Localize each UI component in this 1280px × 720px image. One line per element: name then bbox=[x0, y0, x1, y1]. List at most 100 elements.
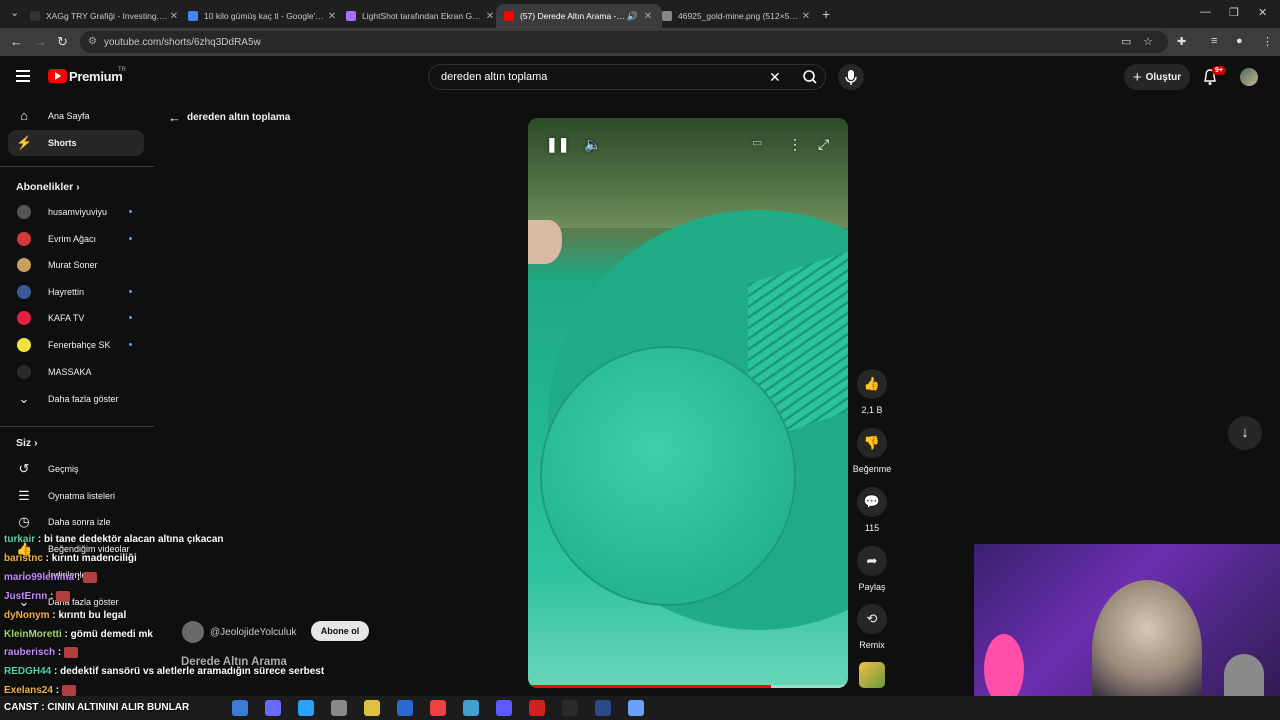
close-window-button[interactable]: ✕ bbox=[1258, 6, 1267, 19]
reading-list-icon[interactable]: ≡ bbox=[1211, 35, 1217, 47]
tab-search-icon[interactable]: ⌄ bbox=[10, 6, 19, 19]
chat-emote-icon bbox=[82, 571, 97, 583]
chat-username: turkair bbox=[4, 534, 36, 545]
tab-audio-icon[interactable]: 🔊 bbox=[627, 11, 638, 22]
chat-message: mario99lemma : bbox=[4, 571, 97, 583]
create-button[interactable]: + Oluştur bbox=[1124, 64, 1190, 90]
more-options-icon[interactable]: ⋮ bbox=[788, 136, 802, 153]
voice-search-mic-icon[interactable] bbox=[838, 64, 864, 90]
close-tab-icon[interactable]: ✕ bbox=[326, 11, 338, 22]
sidebar-item[interactable]: Evrim Ağacı bbox=[8, 226, 144, 252]
chat-message: baristnc : kırıntı madenciliği bbox=[4, 553, 137, 564]
volume-icon[interactable]: 🔈 bbox=[584, 136, 601, 153]
taskbar-app-icon[interactable] bbox=[397, 700, 413, 716]
next-short-button[interactable]: ↓ bbox=[1228, 416, 1262, 450]
minimize-button[interactable]: — bbox=[1200, 6, 1211, 18]
taskbar-app-icon[interactable] bbox=[595, 700, 611, 716]
shorts-video-player[interactable]: ❚❚ 🔈 ▭ ⋮ ⤢ bbox=[528, 118, 848, 688]
site-info-icon[interactable]: ⚙ bbox=[88, 36, 97, 47]
home-icon: ⌂ bbox=[20, 108, 28, 123]
video-progress-bar[interactable] bbox=[528, 685, 848, 688]
remix-button[interactable]: ⟲ Remix bbox=[852, 604, 892, 650]
browser-tab[interactable]: (57) Derede Altın Arama - YouTube🔊 ✕ bbox=[496, 4, 662, 28]
like-button[interactable]: 👍 2,1 B bbox=[852, 369, 892, 415]
chat-separator: : bbox=[55, 647, 65, 659]
taskbar-app-icon[interactable] bbox=[232, 700, 248, 716]
sidebar-item[interactable]: Hayrettin bbox=[8, 279, 144, 305]
sidebar-item-label: Geçmiş bbox=[48, 464, 79, 474]
browser-tab[interactable]: LightShot tarafından Ekran Görüntüsü✕ bbox=[338, 4, 504, 28]
subscriptions-heading[interactable]: Abonelikler › bbox=[16, 181, 80, 193]
taskbar-app-icon[interactable] bbox=[496, 700, 512, 716]
fullscreen-icon[interactable]: ⤢ bbox=[818, 136, 829, 153]
sidebar-item[interactable]: ☰ Oynatma listeleri bbox=[8, 483, 144, 509]
remix-label: Remix bbox=[859, 640, 885, 650]
sidebar-item-label: Murat Soner bbox=[48, 260, 98, 271]
taskbar-app-icon[interactable] bbox=[364, 700, 380, 716]
taskbar-app-icon[interactable] bbox=[331, 700, 347, 716]
pause-icon[interactable]: ❚❚ bbox=[546, 136, 569, 153]
close-tab-icon[interactable]: ✕ bbox=[800, 11, 812, 22]
bookmark-star-icon[interactable]: ☆ bbox=[1143, 35, 1153, 48]
close-tab-icon[interactable]: ✕ bbox=[168, 11, 180, 22]
sidebar-item-label: Daha fazla göster bbox=[48, 394, 119, 404]
cast-icon[interactable]: ▭ bbox=[1121, 35, 1131, 48]
close-tab-icon[interactable]: ✕ bbox=[642, 11, 654, 22]
captions-icon[interactable]: ▭ bbox=[752, 136, 762, 149]
watch-later-icon: ◷ bbox=[18, 514, 30, 530]
hamburger-menu-icon[interactable] bbox=[16, 70, 30, 82]
chat-username: baristnc bbox=[4, 552, 43, 564]
search-icon[interactable] bbox=[795, 68, 825, 86]
sidebar-item[interactable]: Murat Soner bbox=[8, 252, 144, 278]
chat-separator: : bbox=[52, 685, 62, 697]
dislike-button[interactable]: 👎 Beğenme bbox=[852, 428, 892, 474]
browser-tab[interactable]: XAGg TRY Grafiği - Investing.com ✕ bbox=[22, 4, 188, 28]
taskbar-app-icon[interactable] bbox=[463, 700, 479, 716]
stream-chat-overlay: turkair : bi tane dedektör alacan altına… bbox=[0, 530, 380, 720]
clear-search-icon[interactable]: ✕ bbox=[769, 69, 781, 86]
sidebar-item[interactable]: ↺ Geçmiş bbox=[8, 456, 144, 482]
forest-background bbox=[528, 118, 848, 228]
browser-tab[interactable]: 46925_gold-mine.png (512×512) ✕ bbox=[654, 4, 820, 28]
sidebar-item[interactable]: ⌄ Daha fazla göster bbox=[8, 386, 144, 412]
back-icon[interactable]: ← bbox=[10, 34, 23, 49]
taskbar-app-icon[interactable] bbox=[265, 700, 281, 716]
comments-button[interactable]: 💬 115 bbox=[852, 487, 892, 533]
taskbar-app-icon[interactable] bbox=[562, 700, 578, 716]
you-heading[interactable]: Siz › bbox=[16, 437, 38, 449]
sound-thumbnail[interactable] bbox=[859, 662, 885, 688]
taskbar-app-icon[interactable] bbox=[430, 700, 446, 716]
sidebar-item-label: Oynatma listeleri bbox=[48, 490, 116, 501]
forward-icon[interactable]: → bbox=[34, 34, 47, 49]
chat-message: REDGH44 : dedektif sansörü vs aletlerle … bbox=[4, 666, 324, 677]
restore-button[interactable]: ❐ bbox=[1229, 6, 1239, 19]
search-input[interactable] bbox=[441, 69, 761, 85]
back-to-search[interactable]: ← dereden altın toplama bbox=[168, 110, 290, 125]
taskbar-app-icon[interactable] bbox=[529, 700, 545, 716]
sidebar-item[interactable]: husamviyuviyu bbox=[8, 199, 144, 225]
comment-count: 115 bbox=[864, 523, 880, 533]
sidebar-item[interactable]: Fenerbahçe SK bbox=[8, 332, 144, 358]
address-bar[interactable]: ⚙ youtube.com/shorts/6zhq3DdRA5w bbox=[80, 31, 1168, 53]
brand-label[interactable]: Premium bbox=[69, 69, 123, 84]
sidebar-item[interactable]: MASSAKA bbox=[8, 359, 144, 385]
taskbar-app-icon[interactable] bbox=[628, 700, 644, 716]
extensions-icon[interactable]: ✚ bbox=[1177, 35, 1186, 48]
close-tab-icon[interactable]: ✕ bbox=[484, 11, 496, 22]
reload-icon[interactable]: ↻ bbox=[57, 34, 68, 50]
shorts-icon: ⚡ bbox=[16, 135, 33, 150]
taskbar-app-icon[interactable] bbox=[298, 700, 314, 716]
youtube-logo-icon[interactable] bbox=[48, 69, 67, 83]
sidebar-item[interactable]: ⌂ Ana Sayfa bbox=[8, 103, 144, 129]
chat-text: kırıntı madenciliği bbox=[51, 552, 137, 564]
account-avatar[interactable] bbox=[1240, 68, 1258, 86]
sidebar-item[interactable]: KAFA TV bbox=[8, 305, 144, 331]
sidebar-item[interactable]: ⚡ Shorts bbox=[8, 130, 144, 156]
channel-avatar bbox=[17, 231, 31, 246]
browser-tab[interactable]: 10 kilo gümüş kaç tl - Google'da Ara✕ bbox=[180, 4, 346, 28]
tab-title: (57) Derede Altın Arama - YouTube bbox=[520, 11, 627, 21]
new-tab-button[interactable]: + bbox=[822, 6, 830, 22]
share-button[interactable]: ➦ Paylaş bbox=[852, 546, 892, 592]
profile-icon[interactable]: ● bbox=[1236, 35, 1243, 47]
menu-icon[interactable]: ⋮ bbox=[1262, 35, 1273, 48]
